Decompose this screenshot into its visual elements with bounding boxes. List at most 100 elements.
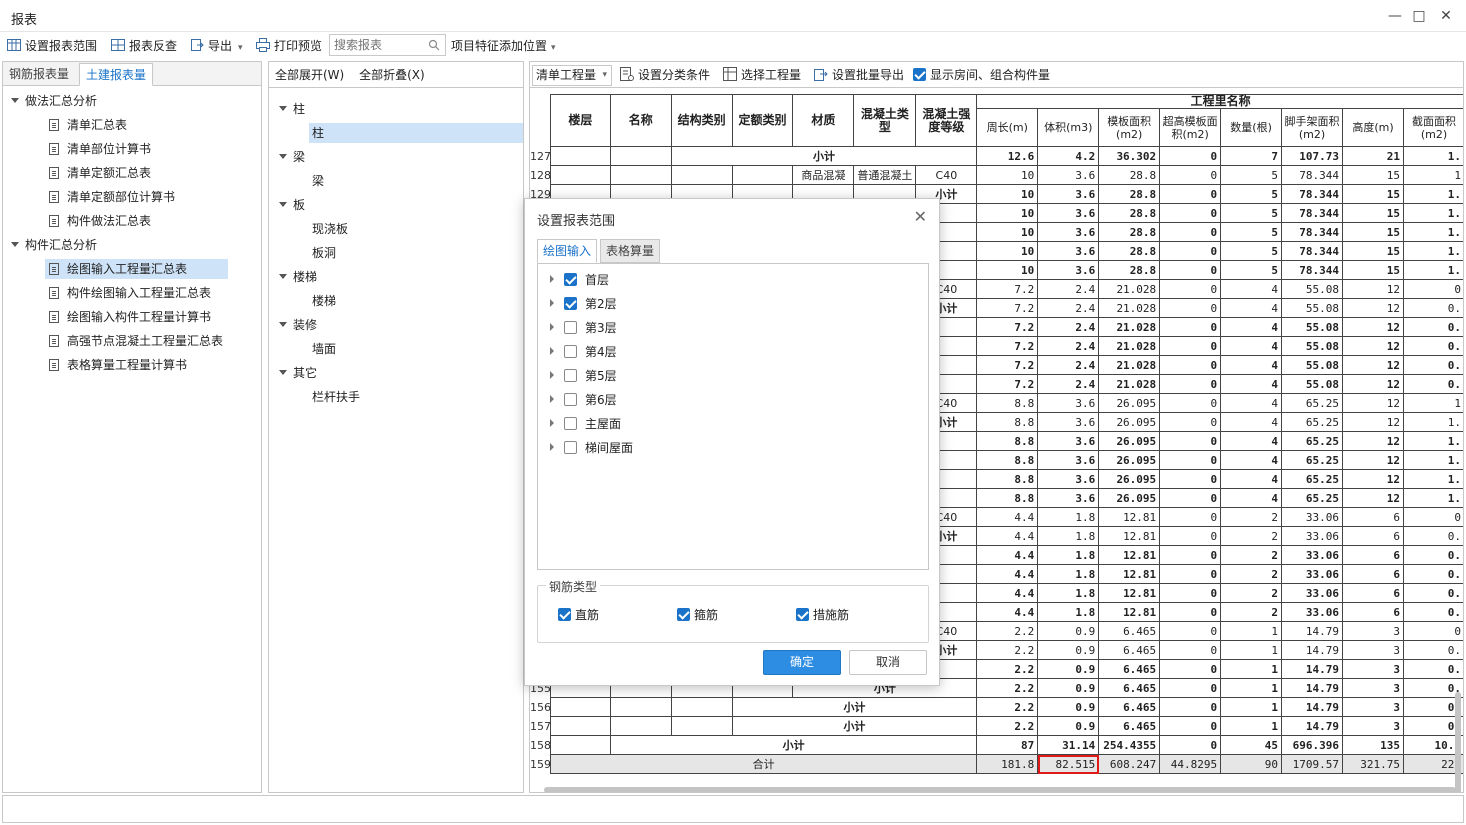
table-cell[interactable]: 1. xyxy=(1402,203,1463,223)
table-cell[interactable]: 6.465 xyxy=(1098,659,1161,679)
table-cell[interactable]: 0.9 xyxy=(1037,716,1100,736)
table-cell[interactable]: 6.465 xyxy=(1098,640,1161,660)
tree-group-decoration[interactable]: 装修 xyxy=(279,315,317,335)
table-cell[interactable]: 4 xyxy=(1220,393,1283,413)
table-cell[interactable]: 10 xyxy=(976,203,1039,223)
table-cell[interactable]: 0. xyxy=(1402,659,1463,679)
table-cell[interactable]: 12.81 xyxy=(1098,583,1161,603)
table-cell[interactable]: 4.4 xyxy=(976,507,1039,527)
floor-checkbox[interactable] xyxy=(564,441,577,454)
table-cell[interactable]: 0 xyxy=(1159,393,1222,413)
table-cell[interactable]: 5 xyxy=(1220,241,1283,261)
table-cell[interactable]: 1. xyxy=(1402,222,1463,242)
tab-civil-report[interactable]: 土建报表量 xyxy=(79,63,154,86)
table-row[interactable]: 商品混凝 普通混凝土 C40 10 3.6 28.8 0 5 78.344 15 1 xyxy=(550,165,1463,185)
table-cell[interactable]: 78.344 xyxy=(1281,203,1344,223)
table-cell[interactable]: 0 xyxy=(1159,336,1222,356)
table-cell[interactable]: 28.8 xyxy=(1098,165,1161,185)
table-cell[interactable]: 4 xyxy=(1220,298,1283,318)
tree-item-selected[interactable]: 绘图输入工程量汇总表 xyxy=(45,259,228,279)
table-cell[interactable]: 0 xyxy=(1159,659,1222,679)
table-cell[interactable]: 3.6 xyxy=(1037,488,1100,508)
tree-item[interactable]: 构件绘图输入工程量汇总表 xyxy=(49,283,211,303)
table-cell[interactable]: 3.6 xyxy=(1037,203,1100,223)
table-cell[interactable]: 26.095 xyxy=(1098,412,1161,432)
table-cell[interactable]: 21.028 xyxy=(1098,355,1161,375)
table-cell[interactable]: 0.9 xyxy=(1037,659,1100,679)
table-cell[interactable]: 2.2 xyxy=(976,621,1039,641)
table-cell[interactable]: 0 xyxy=(1159,621,1222,641)
rebar-straight-option[interactable]: 直筋 xyxy=(558,606,599,623)
table-cell[interactable]: 7.2 xyxy=(976,355,1039,375)
table-cell[interactable]: 6 xyxy=(1342,602,1404,622)
table-cell[interactable]: 14.79 xyxy=(1281,716,1344,736)
table-cell[interactable]: 10 xyxy=(976,165,1039,185)
table-cell[interactable]: 1. xyxy=(1402,412,1463,432)
table-cell[interactable]: 7 xyxy=(1220,146,1283,166)
table-cell[interactable]: 321.75 xyxy=(1342,754,1404,774)
table-cell[interactable]: 33.06 xyxy=(1281,507,1344,527)
table-cell[interactable]: 6 xyxy=(1342,564,1404,584)
table-cell[interactable]: 0. xyxy=(1402,355,1463,375)
floor-checkbox[interactable] xyxy=(564,273,577,286)
table-cell[interactable]: 21.028 xyxy=(1098,374,1161,394)
collapse-all-button[interactable]: 全部折叠(X) xyxy=(359,68,425,82)
table-cell[interactable]: 1 xyxy=(1402,165,1463,185)
table-cell[interactable]: 8.8 xyxy=(976,412,1039,432)
table-cell[interactable]: 0 xyxy=(1402,279,1463,299)
table-cell[interactable]: 2.2 xyxy=(976,697,1039,717)
table-cell[interactable]: 15 xyxy=(1342,260,1404,280)
table-cell[interactable]: 26.095 xyxy=(1098,469,1161,489)
table-cell[interactable]: 4 xyxy=(1220,279,1283,299)
rebar-straight-checkbox[interactable] xyxy=(558,608,571,621)
table-cell[interactable]: 3.6 xyxy=(1037,393,1100,413)
expand-arrow-icon[interactable] xyxy=(550,275,554,283)
table-cell[interactable]: 28.8 xyxy=(1098,241,1161,261)
table-cell[interactable]: 3.6 xyxy=(1037,431,1100,451)
table-cell[interactable]: 31.14 xyxy=(1037,735,1100,755)
table-cell[interactable]: 135 xyxy=(1342,735,1404,755)
table-cell[interactable]: 0. xyxy=(1402,298,1463,318)
table-cell[interactable]: 12.81 xyxy=(1098,507,1161,527)
table-cell[interactable]: 5 xyxy=(1220,222,1283,242)
table-cell[interactable]: 87 xyxy=(976,735,1039,755)
tree-item[interactable]: 栏杆扶手 xyxy=(312,387,360,407)
table-cell[interactable]: 55.08 xyxy=(1281,317,1344,337)
table-cell[interactable]: 78.344 xyxy=(1281,241,1344,261)
table-cell[interactable]: 3.6 xyxy=(1037,241,1100,261)
table-cell[interactable]: 14.79 xyxy=(1281,678,1344,698)
table-cell[interactable]: 2 xyxy=(1220,583,1283,603)
table-cell[interactable]: 10 xyxy=(976,184,1039,204)
table-cell[interactable]: 0. xyxy=(1402,336,1463,356)
table-cell[interactable]: 0 xyxy=(1402,507,1463,527)
reverse-check-button[interactable]: 报表反查 xyxy=(111,36,177,56)
table-cell[interactable]: 6.465 xyxy=(1098,621,1161,641)
table-cell[interactable]: 3 xyxy=(1342,659,1404,679)
floor-item[interactable]: 梯间屋面 xyxy=(550,436,633,460)
table-cell[interactable]: 7.2 xyxy=(976,374,1039,394)
table-cell[interactable]: 0 xyxy=(1159,583,1222,603)
table-cell[interactable]: 15 xyxy=(1342,222,1404,242)
table-cell[interactable]: 4 xyxy=(1220,355,1283,375)
table-cell[interactable]: 6.465 xyxy=(1098,716,1161,736)
table-cell[interactable]: 65.25 xyxy=(1281,431,1344,451)
table-cell[interactable]: 0 xyxy=(1159,317,1222,337)
tree-item-selected[interactable]: 柱 xyxy=(309,123,523,143)
table-cell[interactable]: 28.8 xyxy=(1098,260,1161,280)
table-cell[interactable]: 4 xyxy=(1220,450,1283,470)
minimize-icon[interactable]: — xyxy=(1385,8,1405,24)
table-cell[interactable]: 0 xyxy=(1159,241,1222,261)
table-cell[interactable]: 3.6 xyxy=(1037,165,1100,185)
batch-export-button[interactable]: 设置批量导出 xyxy=(814,65,904,85)
show-rooms-checkbox[interactable] xyxy=(913,68,926,81)
table-cell[interactable]: 4.4 xyxy=(976,526,1039,546)
table-cell[interactable]: 7.2 xyxy=(976,317,1039,337)
table-cell[interactable]: 1.8 xyxy=(1037,583,1100,603)
expand-arrow-icon[interactable] xyxy=(550,419,554,427)
tree-item[interactable]: 高强节点混凝土工程量汇总表 xyxy=(49,331,223,351)
table-cell[interactable]: 0 xyxy=(1159,640,1222,660)
expand-arrow-icon[interactable] xyxy=(550,299,554,307)
table-cell[interactable]: 4.4 xyxy=(976,583,1039,603)
table-cell[interactable]: 5 xyxy=(1220,184,1283,204)
table-cell[interactable]: 44.8295 xyxy=(1159,754,1222,774)
